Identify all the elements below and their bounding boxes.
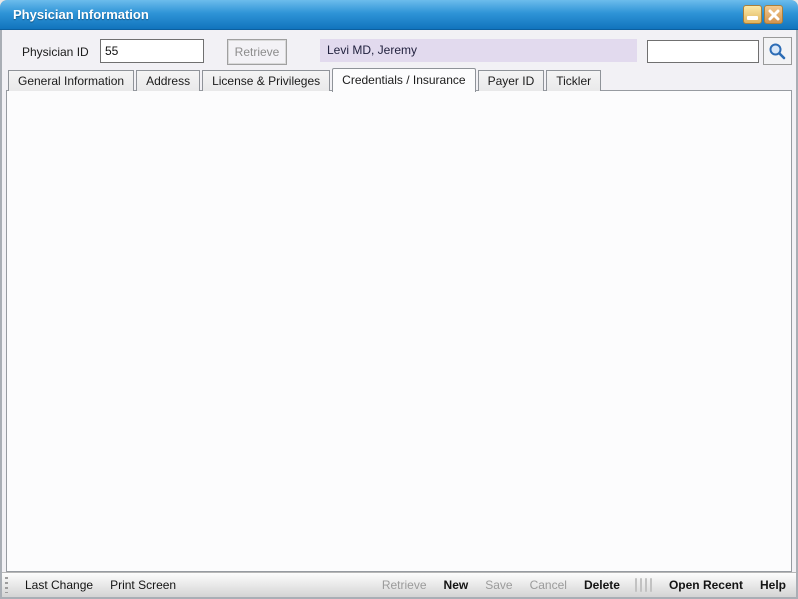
title-bar: Physician Information xyxy=(0,0,798,30)
physician-id-label: Physician ID xyxy=(22,45,89,59)
retrieve-item: Retrieve xyxy=(382,578,427,592)
help-item[interactable]: Help xyxy=(760,578,786,592)
last-change-item[interactable]: Last Change xyxy=(25,578,93,592)
tab-address[interactable]: Address xyxy=(136,70,200,91)
new-item[interactable]: New xyxy=(444,578,469,592)
physician-id-input[interactable] xyxy=(100,39,204,63)
window-title: Physician Information xyxy=(13,7,149,22)
tab-license-privileges[interactable]: License & Privileges xyxy=(202,70,330,91)
minimize-button[interactable] xyxy=(743,5,762,24)
cancel-item: Cancel xyxy=(530,578,567,592)
tab-strip: General Information Address License & Pr… xyxy=(8,69,603,91)
retrieve-button[interactable]: Retrieve xyxy=(227,39,287,65)
close-button[interactable] xyxy=(764,5,783,24)
minimize-icon xyxy=(747,16,758,20)
status-bar: Last Change Print Screen Retrieve New Sa… xyxy=(2,572,796,597)
save-item: Save xyxy=(485,578,512,592)
tab-credentials-insurance[interactable]: Credentials / Insurance xyxy=(332,68,475,92)
search-icon xyxy=(768,42,787,61)
print-screen-item[interactable]: Print Screen xyxy=(110,578,176,592)
tab-tickler[interactable]: Tickler xyxy=(546,70,601,91)
statusbar-separator xyxy=(635,578,652,592)
physician-name-display: Levi MD, Jeremy xyxy=(320,39,637,62)
tab-general-information[interactable]: General Information xyxy=(8,70,134,91)
physician-search-input[interactable] xyxy=(647,40,759,63)
credentials-insurance-page xyxy=(6,90,792,572)
statusbar-grip xyxy=(5,577,8,593)
open-recent-item[interactable]: Open Recent xyxy=(669,578,743,592)
tab-payer-id[interactable]: Payer ID xyxy=(478,70,545,91)
delete-item[interactable]: Delete xyxy=(584,578,620,592)
close-icon xyxy=(768,9,780,21)
search-button[interactable] xyxy=(763,37,792,65)
physician-information-window: Physician Information Physician ID Retri… xyxy=(0,0,798,599)
